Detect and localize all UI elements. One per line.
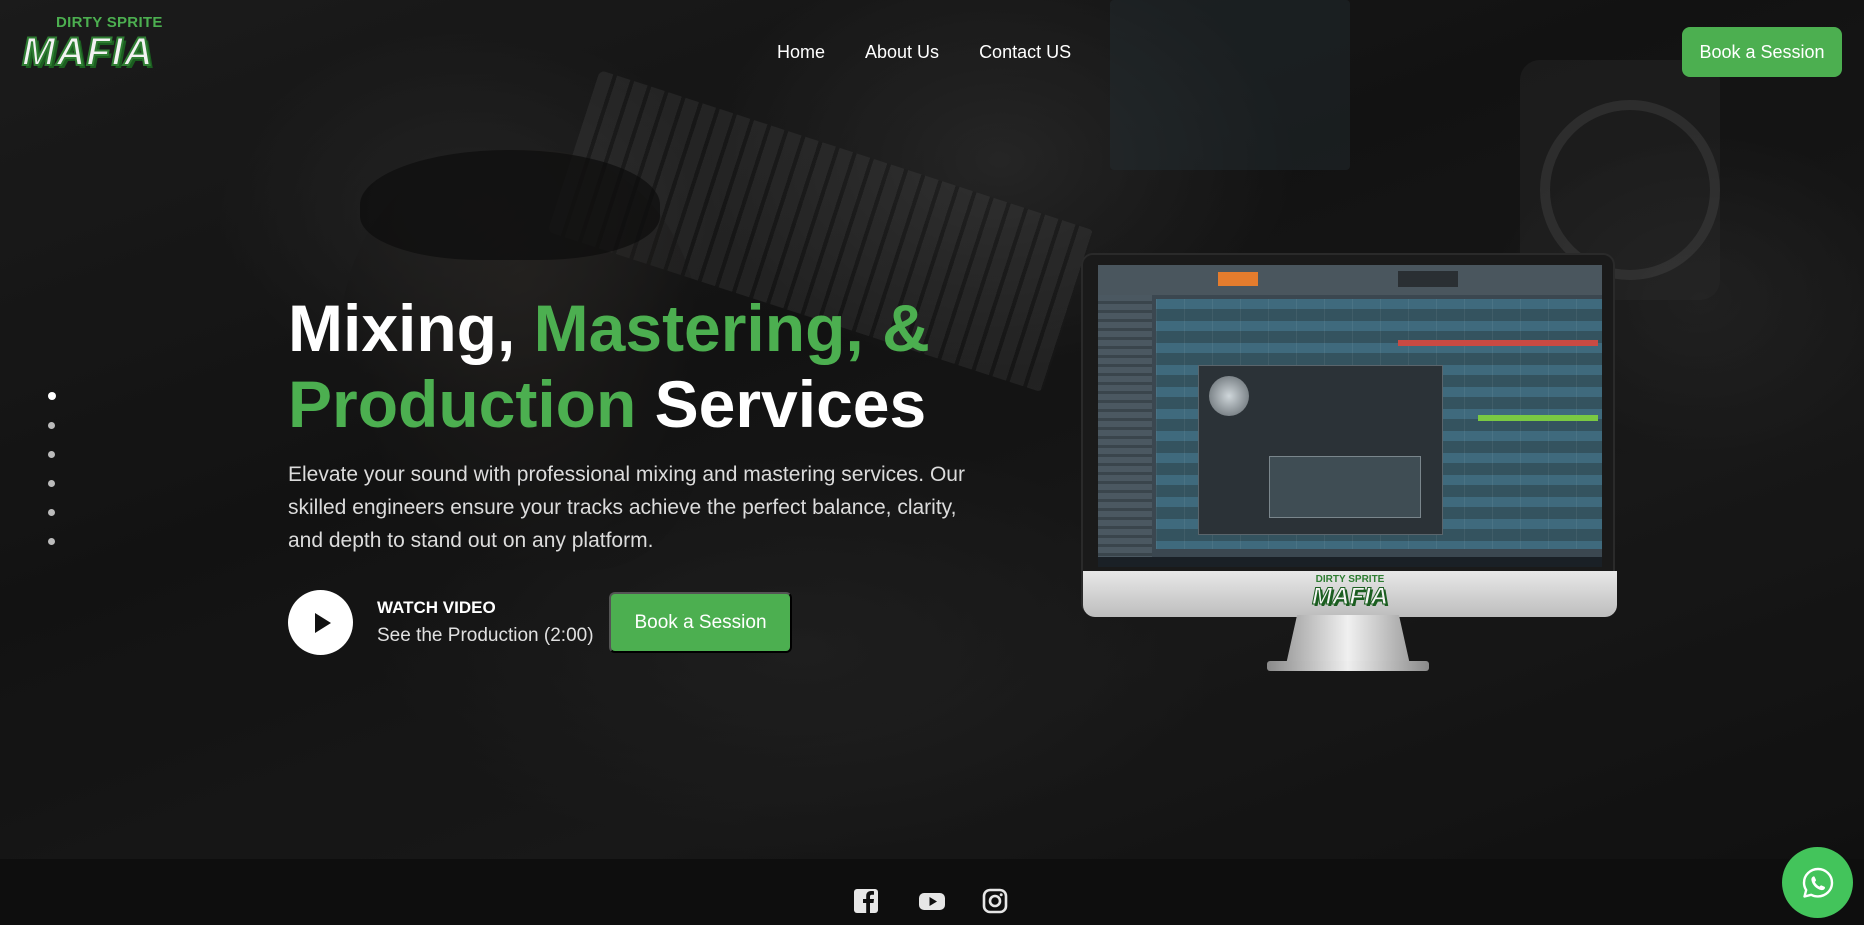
monitor-logo-main: MAFIA: [1312, 583, 1389, 611]
whatsapp-icon: [1802, 867, 1833, 898]
slider-dot[interactable]: [48, 451, 55, 458]
nav-contact-link[interactable]: Contact US: [979, 42, 1071, 63]
headline-part-3: Production: [288, 367, 637, 441]
monitor-chin: DIRTY SPRITE MAFIA: [1083, 571, 1617, 617]
slider-dots: [48, 392, 58, 567]
main-nav: Home About Us Contact US: [777, 42, 1071, 63]
monitor-frame: DIRTY SPRITE MAFIA: [1081, 253, 1617, 617]
headline-part-2: Mastering, &: [533, 291, 930, 365]
monitor-image: DIRTY SPRITE MAFIA: [1081, 253, 1617, 678]
logo-main-text: MAFIA: [21, 29, 154, 75]
instagram-icon[interactable]: [982, 888, 1008, 914]
hero-book-session-button[interactable]: Book a Session: [609, 592, 792, 653]
watch-video-subtitle: See the Production (2:00): [377, 625, 594, 646]
headline-part-4: Services: [636, 367, 927, 441]
daw-red-pattern: [1398, 340, 1598, 346]
daw-taskbar: [1098, 557, 1602, 567]
slider-dot[interactable]: [48, 422, 55, 429]
watch-video-label[interactable]: WATCH VIDEO: [377, 598, 496, 618]
monitor-stand-base: [1267, 661, 1429, 671]
whatsapp-chat-button[interactable]: [1782, 847, 1853, 918]
daw-plugin-window: [1198, 365, 1443, 535]
header-book-session-button[interactable]: Book a Session: [1682, 27, 1842, 77]
facebook-icon[interactable]: [853, 888, 879, 914]
play-video-button[interactable]: [288, 590, 353, 655]
hero-description: Elevate your sound with professional mix…: [288, 463, 965, 552]
headline-part-1: Mixing,: [288, 291, 534, 365]
slider-dot[interactable]: [48, 538, 55, 545]
daw-screenshot: [1098, 265, 1602, 567]
hero-headline: Mixing, Mastering, & Production Services: [288, 290, 988, 442]
daw-green-pattern: [1478, 415, 1598, 421]
slider-dot[interactable]: [48, 509, 55, 516]
slider-dot[interactable]: [48, 392, 56, 400]
slider-dot[interactable]: [48, 480, 55, 487]
nav-about-link[interactable]: About Us: [865, 42, 939, 63]
youtube-icon[interactable]: [918, 888, 946, 914]
logo-top-text: DIRTY SPRITE: [56, 14, 163, 31]
play-icon: [314, 612, 331, 633]
site-logo[interactable]: DIRTY SPRITE MAFIA: [21, 14, 188, 75]
daw-toolbar: [1098, 265, 1602, 295]
daw-browser-panel: [1098, 295, 1152, 557]
monitor-stand: [1286, 615, 1410, 663]
nav-home-link[interactable]: Home: [777, 42, 825, 63]
